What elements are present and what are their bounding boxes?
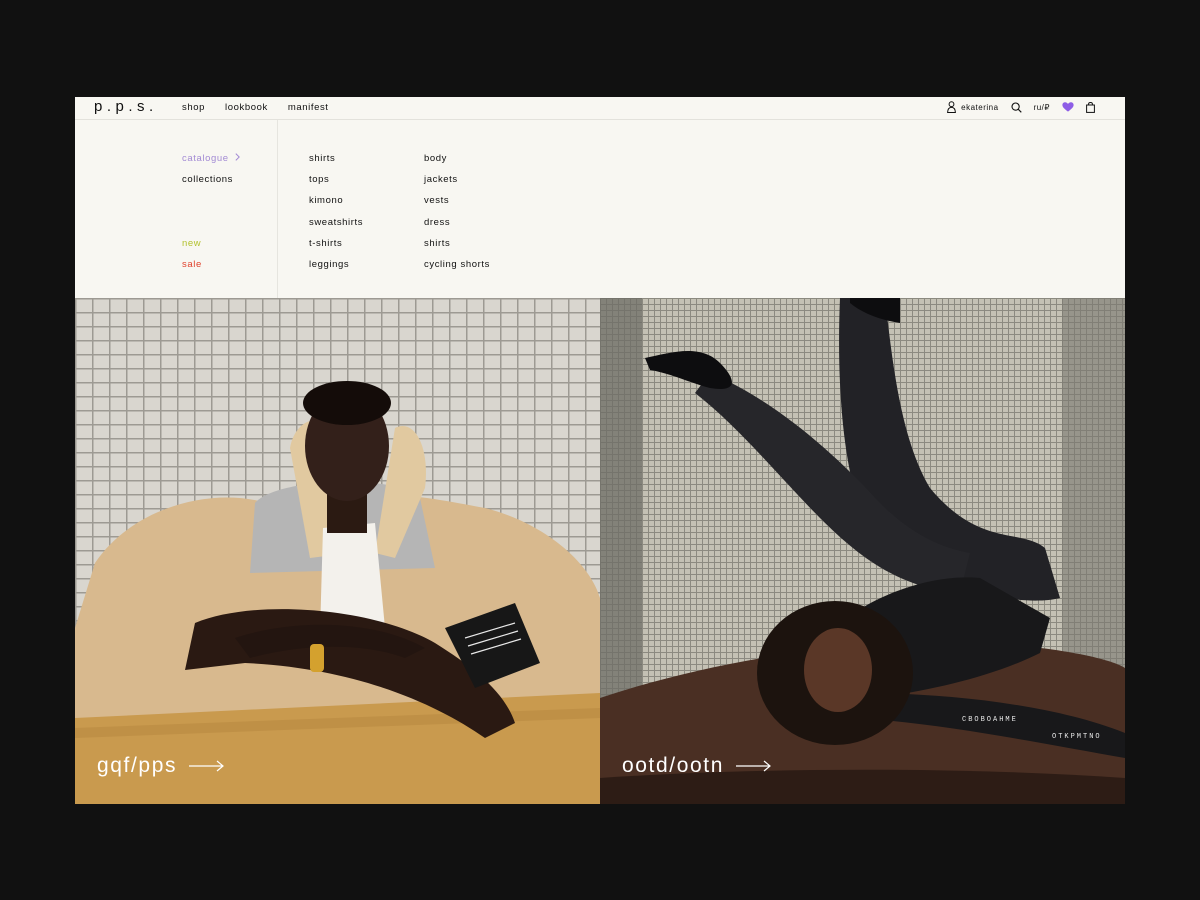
menu-category-column-1: shirts tops kimono sweatshirts t-shirts … [309,148,363,275]
menu-category-item[interactable]: body [424,148,490,169]
hero-link-right-label: ootd/ootn [622,754,724,777]
chevron-right-icon [235,148,240,169]
menu-category-item[interactable]: dress [424,212,490,233]
header-tools: ekaterina ru/₽ [947,101,1095,113]
menu-category-column-2: body jackets vests dress shirts cycling … [424,148,490,275]
menu-item-sale[interactable]: sale [182,254,240,275]
site-header: p.p.s. shop lookbook manifest ekaterina [75,97,1125,120]
menu-item-new[interactable]: new [182,233,240,254]
cart-button[interactable] [1086,101,1095,113]
page-frame: p.p.s. shop lookbook manifest ekaterina [75,97,1125,804]
menu-item-collections[interactable]: collections [182,169,240,190]
account-name: ekaterina [961,102,999,112]
nav-manifest[interactable]: manifest [288,102,329,113]
menu-item-catalogue[interactable]: catalogue [182,148,240,169]
arrow-right-icon [189,754,225,778]
heart-icon [1062,102,1074,112]
nav-shop[interactable]: shop [182,102,205,113]
menu-category-item[interactable]: vests [424,190,490,211]
wishlist-button[interactable] [1062,102,1074,112]
locale-switcher[interactable]: ru/₽ [1034,103,1050,112]
shopping-bag-icon [1086,101,1095,113]
menu-category-item[interactable]: sweatshirts [309,212,363,233]
hero-photo-left-figure [75,381,600,804]
hero-link-left[interactable]: gqf/pps [97,754,225,778]
hero-link-left-label: gqf/pps [97,754,178,777]
menu-category-item[interactable]: jackets [424,169,490,190]
hero-panel-left[interactable]: gqf/pps [75,298,600,804]
menu-category-item[interactable]: kimono [309,190,363,211]
menu-category-item[interactable]: leggings [309,254,363,275]
user-icon [947,101,957,113]
menu-category-item[interactable]: shirts [309,148,363,169]
menu-primary-column: catalogue collections new sale [182,148,240,275]
menu-category-item[interactable]: cycling shorts [424,254,490,275]
menu-category-item[interactable]: tops [309,169,363,190]
hero-link-right[interactable]: ootd/ootn [622,754,772,778]
nav-lookbook[interactable]: lookbook [225,102,268,113]
menu-category-item[interactable]: t-shirts [309,233,363,254]
menu-item-catalogue-label: catalogue [182,153,229,164]
brand-logo[interactable]: p.p.s. [94,98,158,115]
menu-divider [277,120,278,298]
svg-text:OTKPMTNO: OTKPMTNO [1052,733,1102,741]
search-button[interactable] [1011,101,1022,113]
search-icon [1011,101,1022,113]
arrow-right-icon [735,754,772,778]
hero-photo-right-figure: CBOBOAHME OTKPMTNO [600,298,1125,804]
locale-label: ru/₽ [1033,102,1050,112]
account-link[interactable]: ekaterina [947,101,998,113]
svg-text:CBOBOAHME: CBOBOAHME [962,716,1018,724]
main-nav: shop lookbook manifest [182,102,329,113]
hero-panel-right[interactable]: CBOBOAHME OTKPMTNO ootd/ootn [600,298,1125,804]
menu-category-item[interactable]: shirts [424,233,490,254]
